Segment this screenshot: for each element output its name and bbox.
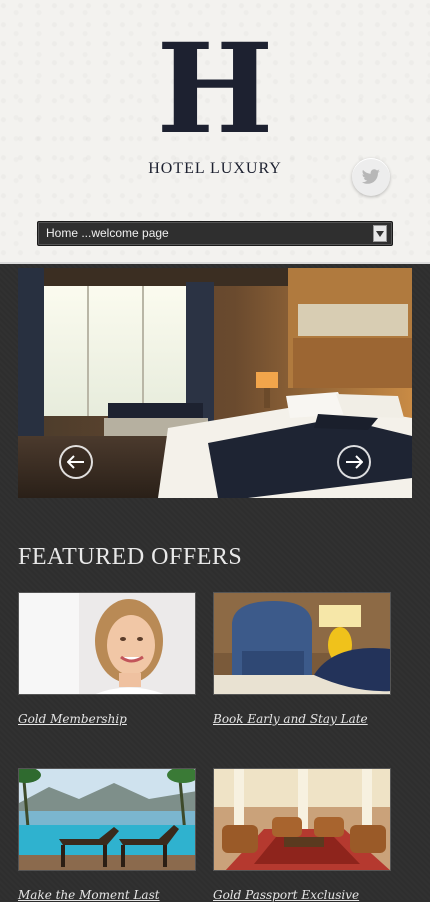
- offer-link-gold-membership[interactable]: Gold Membership: [18, 712, 127, 726]
- slider-prev-button[interactable]: [59, 445, 93, 479]
- hero-slider[interactable]: [18, 268, 412, 498]
- slider-next-button[interactable]: [337, 445, 371, 479]
- offer-image-gold-passport[interactable]: [213, 768, 391, 871]
- site-header: H HOTEL LUXURY Home ...welcome page: [0, 0, 430, 264]
- arrow-left-icon: [67, 455, 84, 469]
- twitter-icon: [361, 169, 380, 184]
- main-content: FEATURED OFFERS Gold Membership Book Ear…: [0, 264, 430, 902]
- offer-image-book-early[interactable]: [213, 592, 391, 695]
- offer-link-book-early[interactable]: Book Early and Stay Late: [213, 712, 368, 726]
- logo-letter[interactable]: H: [0, 28, 430, 152]
- dropdown-arrow-icon[interactable]: [373, 225, 387, 242]
- featured-offers-title: FEATURED OFFERS: [18, 544, 243, 570]
- twitter-button[interactable]: [352, 158, 390, 196]
- offer-image-make-the-moment[interactable]: [18, 768, 196, 871]
- arrow-right-icon: [346, 455, 363, 469]
- nav-select[interactable]: Home ...welcome page: [37, 221, 393, 246]
- nav-select-value: Home ...welcome page: [46, 226, 169, 240]
- offer-image-gold-membership[interactable]: [18, 592, 196, 695]
